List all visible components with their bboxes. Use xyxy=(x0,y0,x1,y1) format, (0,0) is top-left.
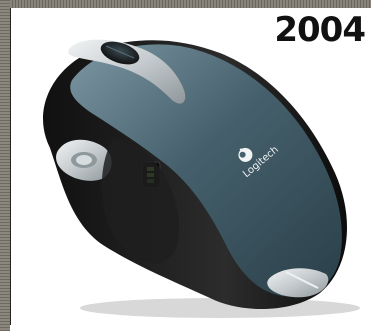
year-label: 2004 xyxy=(274,10,366,50)
wood-frame-left xyxy=(0,0,10,331)
wood-frame-top xyxy=(0,0,371,8)
mouse-photo: Logitech xyxy=(43,39,360,318)
